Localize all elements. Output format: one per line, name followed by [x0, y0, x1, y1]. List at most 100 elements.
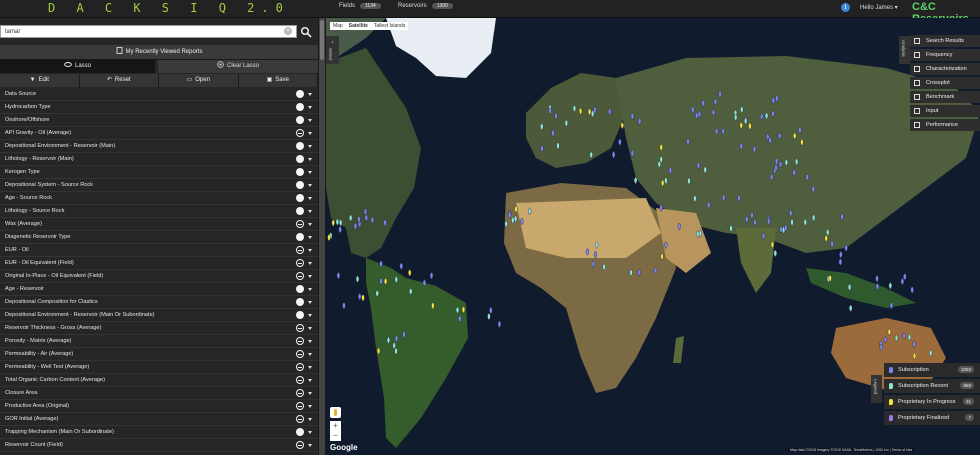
chevron-down-icon[interactable]: [308, 106, 312, 109]
legend-item[interactable]: Subscription 1052: [884, 363, 980, 377]
filter-row[interactable]: Permeability - Well Test (Average): [0, 361, 318, 374]
chevron-down-icon[interactable]: [308, 249, 312, 252]
chevron-down-icon[interactable]: [308, 197, 312, 200]
info-icon[interactable]: i: [841, 3, 850, 12]
zoom-in-button[interactable]: +: [330, 421, 341, 431]
filter-row[interactable]: Lithology - Source Rock: [0, 205, 318, 218]
chevron-down-icon[interactable]: [308, 288, 312, 291]
filter-row[interactable]: Total Organic Carbon Content (Average): [0, 374, 318, 387]
filter-row[interactable]: Depositional Composition for Clastics: [0, 296, 318, 309]
street-view-pegman-icon[interactable]: [330, 407, 341, 418]
reset-button[interactable]: ↶ Reset: [79, 74, 159, 87]
analysis-item-input[interactable]: Input: [910, 105, 980, 117]
user-menu[interactable]: Hello James ▾: [860, 4, 898, 11]
chevron-down-icon[interactable]: [308, 431, 312, 434]
analysis-panel-tab[interactable]: Analysis: [899, 36, 910, 64]
range-filter-icon[interactable]: [296, 246, 304, 254]
range-filter-icon[interactable]: [296, 259, 304, 267]
map-type-extra[interactable]: Tallest Islands: [371, 23, 408, 29]
chevron-down-icon[interactable]: [308, 236, 312, 239]
save-button[interactable]: ▣ Save: [238, 74, 318, 87]
range-filter-icon[interactable]: [296, 324, 304, 332]
legend-item[interactable]: Proprietary Finalized 7: [884, 411, 980, 425]
open-button[interactable]: ▭ Open: [159, 74, 239, 87]
legend-item[interactable]: Proprietary In Progress 31: [884, 395, 980, 409]
sidebar-scrollbar[interactable]: [319, 18, 325, 455]
filter-row[interactable]: Wax (Average): [0, 218, 318, 231]
analysis-item-characterization[interactable]: Characterization: [910, 63, 980, 75]
chevron-down-icon[interactable]: [308, 418, 312, 421]
filter-row[interactable]: Original In-Place - Oil Equivalent (Fiel…: [0, 270, 318, 283]
pie-filter-icon[interactable]: [296, 207, 304, 215]
chevron-down-icon[interactable]: [308, 132, 312, 135]
chevron-down-icon[interactable]: [308, 223, 312, 226]
chevron-down-icon[interactable]: [308, 366, 312, 369]
analysis-item-crossplot[interactable]: Crossplot: [910, 77, 980, 89]
chevron-down-icon[interactable]: [308, 327, 312, 330]
pie-filter-icon[interactable]: [296, 194, 304, 202]
pie-filter-icon[interactable]: [296, 233, 304, 241]
chevron-down-icon[interactable]: [308, 119, 312, 122]
filter-row[interactable]: EUR - Oil Equivalent (Field): [0, 257, 318, 270]
zoom-out-button[interactable]: −: [330, 431, 341, 441]
chevron-down-icon[interactable]: [308, 353, 312, 356]
filter-row[interactable]: API Gravity - Oil (Average): [0, 127, 318, 140]
filter-row[interactable]: EUR - Oil: [0, 244, 318, 257]
filter-row[interactable]: Porosity - Matrix (Average): [0, 335, 318, 348]
search-input[interactable]: tamar ×: [0, 25, 297, 38]
range-filter-icon[interactable]: [296, 129, 304, 137]
search-icon[interactable]: [300, 26, 312, 38]
range-filter-icon[interactable]: [296, 220, 304, 228]
pie-filter-icon[interactable]: [296, 155, 304, 163]
filter-row[interactable]: Age - Source Rock: [0, 192, 318, 205]
filter-row[interactable]: Productive Area (Original): [0, 400, 318, 413]
filter-row[interactable]: Data Source: [0, 88, 318, 101]
range-filter-icon[interactable]: [296, 376, 304, 384]
filter-row[interactable]: Age - Reservoir: [0, 283, 318, 296]
range-filter-icon[interactable]: [296, 363, 304, 371]
map-type-control[interactable]: Map Satellite Tallest Islands: [330, 22, 409, 30]
chevron-down-icon[interactable]: [308, 405, 312, 408]
range-filter-icon[interactable]: [296, 441, 304, 449]
filter-row[interactable]: Reservoir Count (Field): [0, 439, 318, 452]
filter-row[interactable]: Diagenetic Reservoir Type: [0, 231, 318, 244]
range-filter-icon[interactable]: [296, 415, 304, 423]
pie-filter-icon[interactable]: [296, 428, 304, 436]
map-type-map[interactable]: Map: [330, 23, 346, 29]
chevron-down-icon[interactable]: [308, 275, 312, 278]
filter-row[interactable]: Kerogen Type: [0, 166, 318, 179]
chevron-down-icon[interactable]: [308, 210, 312, 213]
pie-filter-icon[interactable]: [296, 103, 304, 111]
chevron-down-icon[interactable]: [308, 145, 312, 148]
pie-filter-icon[interactable]: [296, 142, 304, 150]
map-type-satellite[interactable]: Satellite: [346, 23, 371, 29]
chevron-down-icon[interactable]: [308, 314, 312, 317]
filter-row[interactable]: Hydrocarbon Type: [0, 101, 318, 114]
select-panel-tab[interactable]: ‹ Select: [326, 36, 339, 64]
clear-search-icon[interactable]: ×: [284, 27, 292, 35]
chevron-down-icon[interactable]: [308, 444, 312, 447]
recent-reports-button[interactable]: My Recently Viewed Reports: [0, 45, 318, 60]
scrollbar-thumb[interactable]: [320, 20, 324, 60]
chevron-down-icon[interactable]: [308, 392, 312, 395]
chevron-down-icon[interactable]: [308, 301, 312, 304]
chevron-down-icon[interactable]: [308, 158, 312, 161]
filter-row[interactable]: Depositional System - Source Rock: [0, 179, 318, 192]
analysis-item-frequency[interactable]: Frequency: [910, 49, 980, 61]
filter-row[interactable]: Onshore/Offshore: [0, 114, 318, 127]
range-filter-icon[interactable]: [296, 350, 304, 358]
legend-item[interactable]: Subscription Recent 869: [884, 379, 980, 393]
filter-row[interactable]: Reservoir Thickness - Gross (Average): [0, 322, 318, 335]
pie-filter-icon[interactable]: [296, 311, 304, 319]
pie-filter-icon[interactable]: [296, 116, 304, 124]
filter-row[interactable]: Lithology - Reservoir (Main): [0, 153, 318, 166]
analysis-item-benchmark[interactable]: Benchmark: [910, 91, 980, 103]
filter-row[interactable]: Closure Area: [0, 387, 318, 400]
filter-row[interactable]: Permeability - Air (Average): [0, 348, 318, 361]
chevron-down-icon[interactable]: [308, 93, 312, 96]
analysis-item-performance[interactable]: Performance: [910, 119, 980, 131]
analysis-item-search-results[interactable]: Search Results: [910, 35, 980, 47]
range-filter-icon[interactable]: [296, 402, 304, 410]
chevron-down-icon[interactable]: [308, 379, 312, 382]
clear-lasso-button[interactable]: Clear Lasso: [158, 60, 318, 73]
